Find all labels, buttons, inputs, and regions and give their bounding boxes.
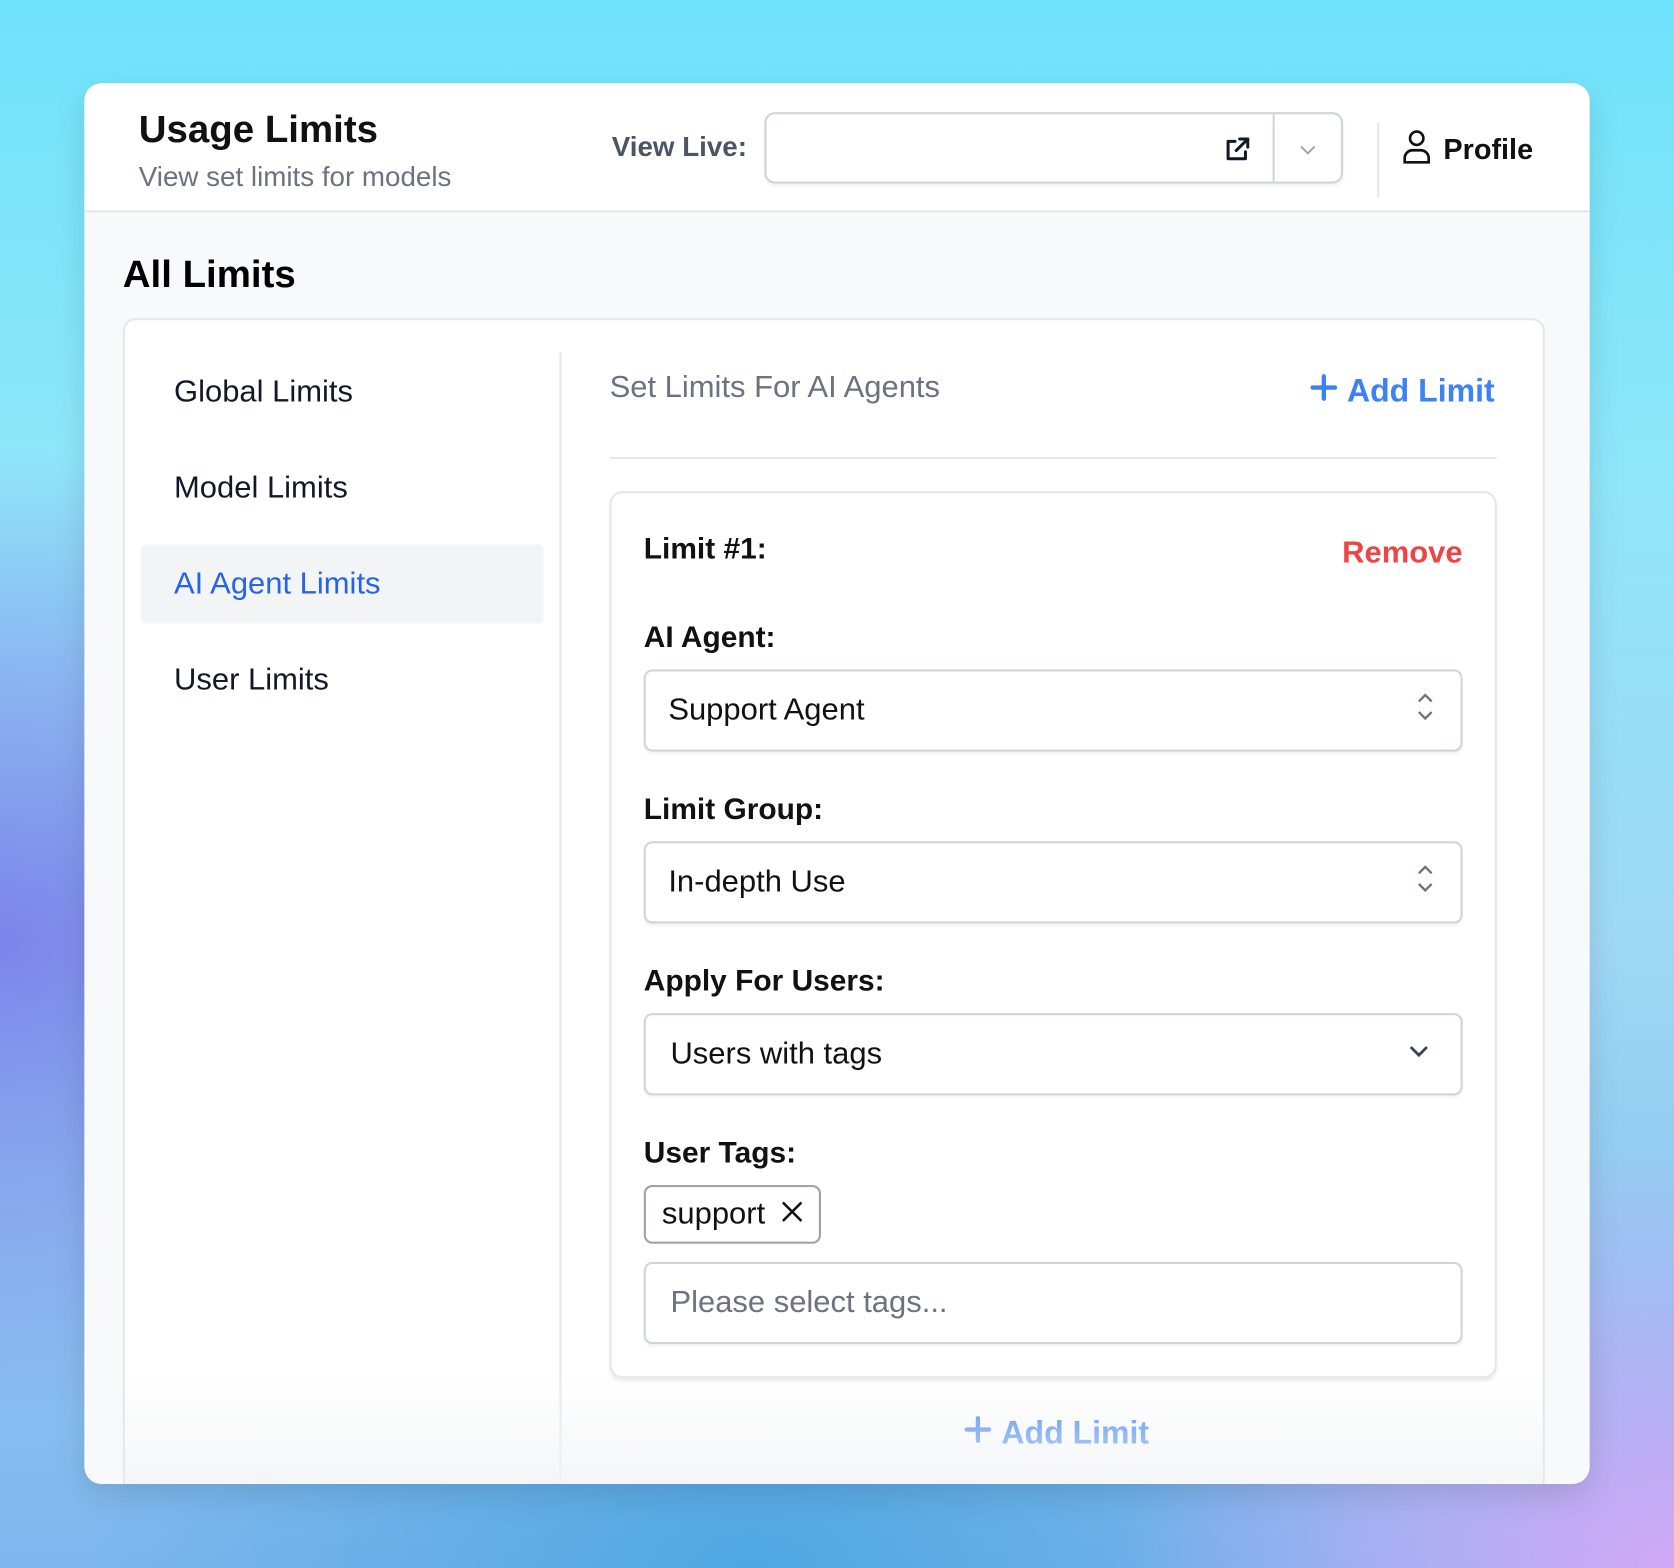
sidebar-item-ai-agent-limits[interactable]: AI Agent Limits	[140, 544, 544, 624]
header: Usage Limits View set limits for models …	[84, 83, 1590, 213]
updown-chevron-icon	[1414, 861, 1437, 904]
scroll-fade	[124, 1372, 1543, 1484]
ai-agent-label: AI Agent:	[643, 620, 776, 654]
profile-button[interactable]: Profile	[1401, 128, 1533, 172]
user-tags-label: User Tags:	[643, 1135, 797, 1170]
tags-placeholder: Please select tags...	[670, 1285, 948, 1320]
page-subtitle: View set limits for models	[138, 160, 452, 193]
remove-button[interactable]: Remove	[1342, 536, 1462, 571]
limits-panel: Global Limits Model Limits AI Agent Limi…	[122, 318, 1545, 1484]
limit-group-value: In-depth Use	[668, 864, 846, 899]
apply-for-users-label: Apply For Users:	[643, 964, 885, 998]
tag-label: support	[661, 1196, 766, 1231]
limit-title: Limit #1:	[643, 531, 767, 565]
section-divider	[609, 456, 1497, 460]
sidebar-item-user-limits[interactable]: User Limits	[141, 641, 543, 720]
tags-input[interactable]: Please select tags...	[643, 1261, 1463, 1345]
profile-label: Profile	[1443, 133, 1534, 166]
chevron-down-icon	[1405, 1036, 1433, 1072]
sidebar-divider	[559, 352, 562, 1484]
add-limit-button[interactable]: Add Limit	[1309, 373, 1495, 411]
apply-for-users-select[interactable]: Users with tags	[643, 1013, 1463, 1096]
all-limits-heading: All Limits	[122, 251, 296, 296]
add-limit-bottom-button[interactable]: Add Limit	[963, 1415, 1149, 1453]
ai-agent-select[interactable]: Support Agent	[643, 669, 1463, 752]
updown-chevron-icon	[1414, 689, 1437, 732]
select-divider	[1272, 114, 1275, 182]
sidebar-item-global-limits[interactable]: Global Limits	[141, 352, 543, 431]
plus-icon	[963, 1415, 993, 1453]
header-divider	[1377, 122, 1380, 198]
chevron-down-icon[interactable]	[1296, 138, 1319, 167]
add-limit-label: Add Limit	[1001, 1415, 1150, 1451]
sidebar-item-label: AI Agent Limits	[174, 566, 381, 601]
external-link-icon[interactable]	[1223, 136, 1251, 169]
sidebar-item-label: User Limits	[174, 662, 329, 697]
view-live-select[interactable]	[764, 112, 1344, 184]
sidebar-item-label: Model Limits	[174, 470, 348, 505]
page-title: Usage Limits	[138, 106, 379, 151]
close-icon[interactable]	[780, 1197, 803, 1232]
add-limit-label: Add Limit	[1346, 373, 1495, 409]
ai-agent-value: Support Agent	[668, 692, 865, 728]
usage-limits-window: Usage Limits View set limits for models …	[84, 83, 1590, 1484]
tag-chip: support	[643, 1185, 821, 1244]
view-live-label: View Live:	[611, 130, 747, 163]
limit-group-select[interactable]: In-depth Use	[643, 841, 1463, 924]
section-title: Set Limits For AI Agents	[609, 370, 941, 405]
sidebar-item-model-limits[interactable]: Model Limits	[141, 448, 543, 527]
limit-group-label: Limit Group:	[643, 792, 824, 826]
apply-for-users-value: Users with tags	[670, 1036, 883, 1071]
limit-card: Limit #1: Remove AI Agent: Support Agent…	[609, 491, 1497, 1379]
plus-icon	[1309, 373, 1339, 411]
user-icon	[1401, 128, 1433, 172]
sidebar-item-label: Global Limits	[174, 374, 353, 409]
